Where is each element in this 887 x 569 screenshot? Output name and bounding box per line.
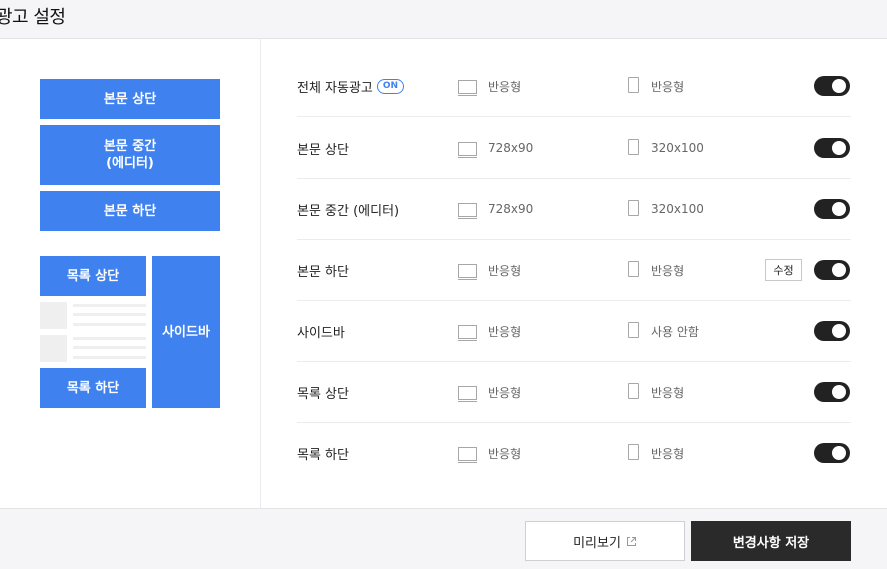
mobile-size: 사용 안함: [651, 324, 699, 339]
row-label: 목록 하단: [297, 448, 349, 463]
ad-toggle[interactable]: [814, 138, 850, 158]
row-label: 본문 하단: [297, 264, 349, 280]
mobile-size: 320x100: [651, 141, 704, 155]
pc-size: 반응형: [488, 385, 522, 400]
ad-row-body-middle: 본문 중간 (에디터) 728x90 320x100: [297, 179, 851, 240]
ad-row-list-bottom: 목록 하단 반응형 반응형: [297, 423, 851, 484]
desktop-icon: [458, 142, 477, 158]
diagram-body-middle[interactable]: 본문 중간 (에디터): [40, 125, 220, 185]
pc-size: 728x90: [488, 202, 534, 216]
preview-label: 미리보기: [573, 535, 621, 551]
mobile-size: 반응형: [651, 79, 685, 94]
toggle-knob: [832, 263, 846, 277]
ad-row-list-top: 목록 상단 반응형 반응형: [297, 362, 851, 423]
diagram-body-middle-line1: 본문 중간: [103, 139, 157, 154]
row-label: 사이드바: [297, 325, 345, 341]
ad-row-sidebar: 사이드바 반응형 사용 안함: [297, 301, 851, 362]
desktop-icon: [458, 325, 477, 341]
row-label-text: 전체 자동광고: [297, 80, 373, 96]
page-title: 광고 설정: [0, 7, 66, 28]
diagram-list-thumbnail: [40, 302, 67, 329]
on-badge: ON: [376, 78, 405, 94]
toggle-knob: [832, 141, 846, 155]
mobile-size: 반응형: [651, 385, 685, 400]
ad-toggle[interactable]: [814, 260, 850, 280]
ad-row-body-top: 본문 상단 728x90 320x100: [297, 118, 851, 179]
ad-toggle[interactable]: [814, 382, 850, 402]
ad-settings-content: 본문 상단 본문 중간 (에디터) 본문 하단 목록 상단 목록 하단 사이드바…: [0, 39, 887, 508]
diagram-list-line: [73, 304, 146, 307]
pc-size: 반응형: [488, 324, 522, 339]
ad-row-body-bottom: 본문 하단 반응형 반응형 수정: [297, 240, 851, 301]
diagram-list-thumbnail: [40, 335, 67, 362]
pc-size: 반응형: [488, 263, 522, 278]
ad-toggle[interactable]: [814, 199, 850, 219]
external-link-icon: [626, 536, 637, 547]
page-header: 광고 설정: [0, 0, 887, 39]
diagram-list-line: [73, 337, 146, 340]
mobile-size: 반응형: [651, 447, 685, 461]
diagram-list-line: [73, 323, 146, 326]
vertical-divider: [260, 39, 261, 508]
save-changes-button[interactable]: 변경사항 저장: [691, 521, 851, 561]
desktop-icon: [458, 386, 477, 402]
diagram-body-bottom[interactable]: 본문 하단: [40, 191, 220, 231]
ad-toggle[interactable]: [814, 321, 850, 341]
diagram-list-top[interactable]: 목록 상단: [40, 256, 146, 296]
row-label: 목록 상단: [297, 386, 349, 402]
desktop-icon: [458, 447, 477, 463]
mobile-icon: [628, 322, 639, 338]
diagram-sidebar[interactable]: 사이드바: [152, 256, 220, 408]
toggle-knob: [832, 446, 846, 460]
preview-button[interactable]: 미리보기: [525, 521, 685, 561]
diagram-list-line: [73, 313, 146, 316]
mobile-icon: [628, 200, 639, 216]
mobile-icon: [628, 383, 639, 399]
pc-size: 반응형: [488, 79, 522, 94]
mobile-icon: [628, 261, 639, 277]
desktop-icon: [458, 203, 477, 219]
footer-bar: 미리보기 변경사항 저장: [0, 508, 887, 569]
diagram-body-middle-line2: (에디터): [106, 156, 154, 171]
desktop-icon: [458, 264, 477, 280]
diagram-list-line: [73, 356, 146, 359]
toggle-knob: [832, 385, 846, 399]
desktop-icon: [458, 80, 477, 96]
diagram-body-top[interactable]: 본문 상단: [40, 79, 220, 119]
toggle-knob: [832, 324, 846, 338]
row-label: 본문 중간 (에디터): [297, 203, 400, 219]
pc-size: 728x90: [488, 141, 534, 155]
row-label: 본문 상단: [297, 142, 349, 158]
mobile-icon: [628, 444, 639, 460]
mobile-icon: [628, 77, 639, 93]
ad-toggle[interactable]: [814, 443, 850, 463]
diagram-list-bottom[interactable]: 목록 하단: [40, 368, 146, 408]
toggle-knob: [832, 79, 846, 93]
diagram-list-line: [73, 346, 146, 349]
ad-row-auto: 전체 자동광고 ON 반응형 반응형: [297, 56, 851, 117]
edit-button[interactable]: 수정: [765, 259, 802, 281]
ad-toggle[interactable]: [814, 76, 850, 96]
toggle-knob: [832, 202, 846, 216]
row-label: 전체 자동광고 ON: [297, 56, 405, 116]
mobile-size: 320x100: [651, 202, 704, 216]
mobile-size: 반응형: [651, 263, 685, 278]
pc-size: 반응형: [488, 447, 522, 461]
mobile-icon: [628, 139, 639, 155]
